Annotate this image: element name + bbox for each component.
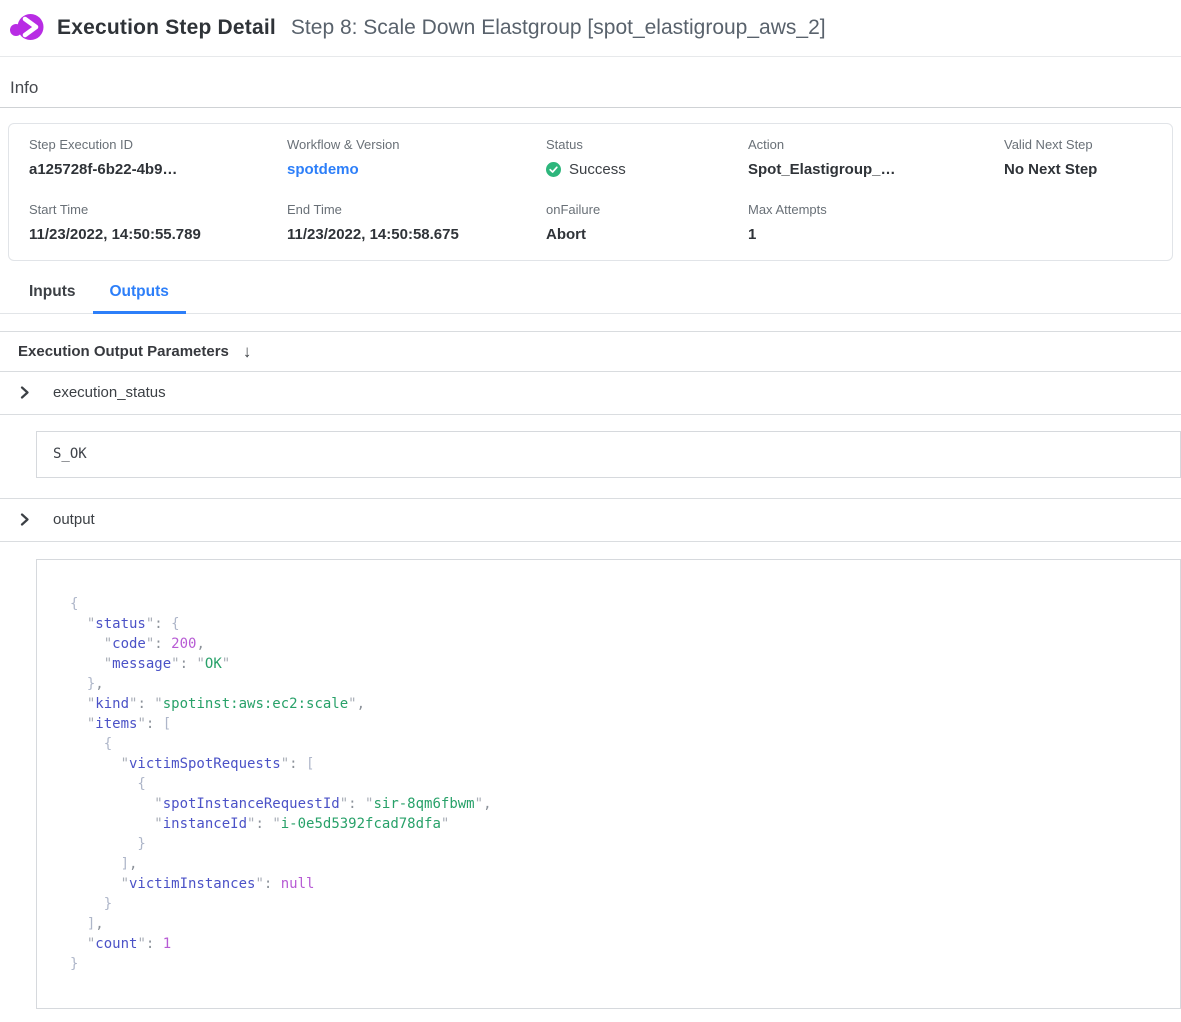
field-label: End Time [287, 202, 546, 217]
json-line: ], [70, 914, 1160, 934]
field-status: Status Success [546, 137, 748, 178]
field-step-execution-id: Step Execution ID a125728f-6b22-4b9… [29, 137, 287, 178]
field-value: 1 [748, 226, 1004, 243]
field-value: Spot_Elastigroup_… [748, 161, 1004, 178]
field-value: No Next Step [1004, 161, 1172, 178]
json-line: { [70, 734, 1160, 754]
divider [0, 107, 1181, 108]
field-value: a125728f-6b22-4b9… [29, 161, 287, 178]
tab-outputs[interactable]: Outputs [93, 274, 186, 314]
section-title: Execution Output Parameters [18, 343, 229, 360]
field-label: Start Time [29, 202, 287, 217]
info-section-heading: Info [10, 78, 1181, 98]
json-line: "victimInstances": null [70, 874, 1160, 894]
json-line: "count": 1 [70, 934, 1160, 954]
field-label: Workflow & Version [287, 137, 546, 152]
execution-status-value: S_OK [36, 431, 1181, 478]
field-start-time: Start Time 11/23/2022, 14:50:55.789 [29, 202, 287, 243]
field-label: Valid Next Step [1004, 137, 1172, 152]
field-valid-next-step: Valid Next Step No Next Step [1004, 137, 1172, 178]
field-action: Action Spot_Elastigroup_… [748, 137, 1004, 178]
page-subtitle: Step 8: Scale Down Elastgroup [spot_elas… [291, 16, 826, 40]
field-workflow-version: Workflow & Version spotdemo [287, 137, 546, 178]
json-line: "code": 200, [70, 634, 1160, 654]
field-label: Step Execution ID [29, 137, 287, 152]
info-card: Step Execution ID a125728f-6b22-4b9… Wor… [8, 123, 1173, 261]
output-json-wrap: {"status": {"code": 200,"message": "OK"}… [0, 542, 1181, 1022]
resolve-actions-logo-icon [10, 12, 44, 44]
field-label: Status [546, 137, 748, 152]
json-line: } [70, 894, 1160, 914]
json-line: } [70, 954, 1160, 974]
field-end-time: End Time 11/23/2022, 14:50:58.675 [287, 202, 546, 243]
json-line: }, [70, 674, 1160, 694]
tab-bar: Inputs Outputs [0, 274, 1181, 314]
json-line: "spotInstanceRequestId": "sir-8qm6fbwm", [70, 794, 1160, 814]
field-value: 11/23/2022, 14:50:58.675 [287, 226, 546, 243]
chevron-right-icon[interactable] [18, 386, 31, 399]
json-line: "message": "OK" [70, 654, 1160, 674]
field-value: 11/23/2022, 14:50:55.789 [29, 226, 287, 243]
param-row-execution-status[interactable]: execution_status [0, 372, 1181, 415]
json-line: "victimSpotRequests": [ [70, 754, 1160, 774]
field-label: Action [748, 137, 1004, 152]
page-title: Execution Step Detail [57, 16, 276, 40]
json-line: { [70, 774, 1160, 794]
field-onfailure: onFailure Abort [546, 202, 748, 243]
field-label: Max Attempts [748, 202, 1004, 217]
json-line: "items": [ [70, 714, 1160, 734]
page-header: Execution Step Detail Step 8: Scale Down… [0, 0, 1181, 57]
field-value: Abort [546, 226, 748, 243]
json-line: "kind": "spotinst:aws:ec2:scale", [70, 694, 1160, 714]
success-check-icon [546, 162, 561, 177]
json-line: ], [70, 854, 1160, 874]
json-code: {"status": {"code": 200,"message": "OK"}… [36, 559, 1181, 1009]
status-text: Success [569, 161, 626, 178]
tab-inputs[interactable]: Inputs [12, 274, 93, 314]
field-label: onFailure [546, 202, 748, 217]
json-line: "instanceId": "i-0e5d5392fcad78dfa" [70, 814, 1160, 834]
status-badge: Success [546, 161, 748, 178]
execution-status-value-wrap: S_OK [0, 415, 1181, 499]
param-name: output [53, 511, 95, 528]
param-name: execution_status [53, 384, 166, 401]
json-line: { [70, 594, 1160, 614]
field-max-attempts: Max Attempts 1 [748, 202, 1004, 243]
json-line: } [70, 834, 1160, 854]
param-row-output[interactable]: output [0, 499, 1181, 542]
arrow-down-icon[interactable]: ↓ [243, 343, 252, 360]
execution-output-parameters-header: Execution Output Parameters ↓ [0, 332, 1181, 372]
json-line: "status": { [70, 614, 1160, 634]
chevron-right-icon[interactable] [18, 513, 31, 526]
workflow-link[interactable]: spotdemo [287, 161, 546, 178]
